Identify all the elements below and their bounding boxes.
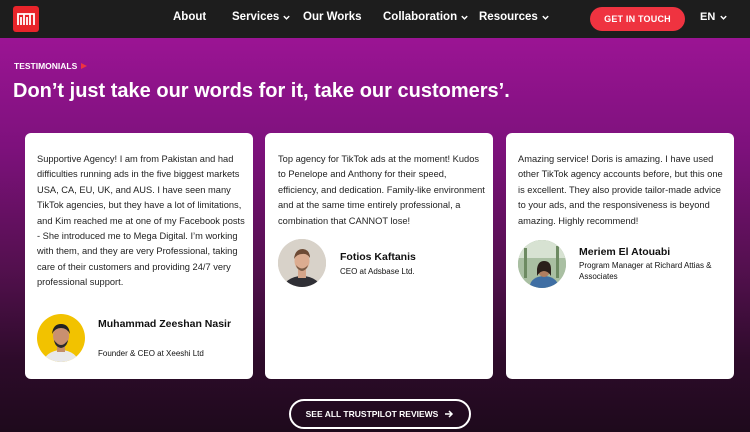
nav-resources-label: Resources (479, 11, 538, 23)
avatar (37, 314, 85, 362)
testimonial-quote: Top agency for TikTok ads at the moment!… (278, 154, 485, 226)
section-eyebrow: TESTIMONIALS (14, 61, 88, 71)
nav-collaboration[interactable]: Collaboration (383, 11, 469, 23)
top-navigation: About Services Our Works Collaboration R… (0, 0, 750, 38)
testimonial-quote: Amazing service! Doris is amazing. I hav… (518, 154, 723, 226)
nav-about[interactable]: About (173, 11, 206, 23)
testimonial-card: Amazing service! Doris is amazing. I hav… (506, 133, 734, 379)
logo-icon[interactable] (13, 6, 39, 32)
chevron-down-icon (720, 15, 727, 20)
person-role: Founder & CEO at Xeeshi Ltd (98, 349, 204, 358)
person-role: Program Manager at Richard Attias & Asso… (579, 261, 712, 281)
avatar (278, 239, 326, 287)
play-arrow-icon (81, 63, 88, 69)
person-name: Meriem El Atouabi (579, 246, 671, 258)
nav-resources[interactable]: Resources (479, 11, 550, 23)
testimonial-card: Supportive Agency! I am from Pakistan an… (25, 133, 253, 379)
chevron-down-icon (542, 15, 549, 20)
nav-services[interactable]: Services (232, 11, 291, 23)
person-name: Fotios Kaftanis (340, 251, 416, 263)
see-all-trustpilot-reviews-button[interactable]: SEE ALL TRUSTPILOT REVIEWS (289, 399, 471, 429)
testimonial-quote: Supportive Agency! I am from Pakistan an… (37, 154, 245, 288)
section-headline: Don’t just take our words for it, take o… (13, 80, 510, 102)
chevron-down-icon (461, 15, 468, 20)
testimonial-card: Top agency for TikTok ads at the moment!… (265, 133, 493, 379)
language-selector[interactable]: EN (700, 11, 728, 23)
nav-services-label: Services (232, 11, 280, 23)
eyebrow-label: TESTIMONIALS (14, 61, 78, 71)
nav-about-label: About (173, 11, 207, 23)
chevron-down-icon (283, 15, 291, 20)
see-all-label: SEE ALL TRUSTPILOT REVIEWS (305, 409, 439, 419)
language-label: EN (700, 11, 716, 23)
nav-our-works[interactable]: Our Works (303, 11, 362, 23)
person-role: CEO at Adsbase Ltd. (340, 267, 415, 276)
avatar (518, 240, 566, 288)
person-name: Muhammad Zeeshan Nasir (98, 318, 232, 330)
nav-our-works-label: Our Works (303, 11, 362, 23)
nav-collaboration-label: Collaboration (383, 11, 458, 23)
get-in-touch-button[interactable]: GET IN TOUCH (590, 7, 685, 31)
arrow-right-icon (445, 410, 454, 418)
